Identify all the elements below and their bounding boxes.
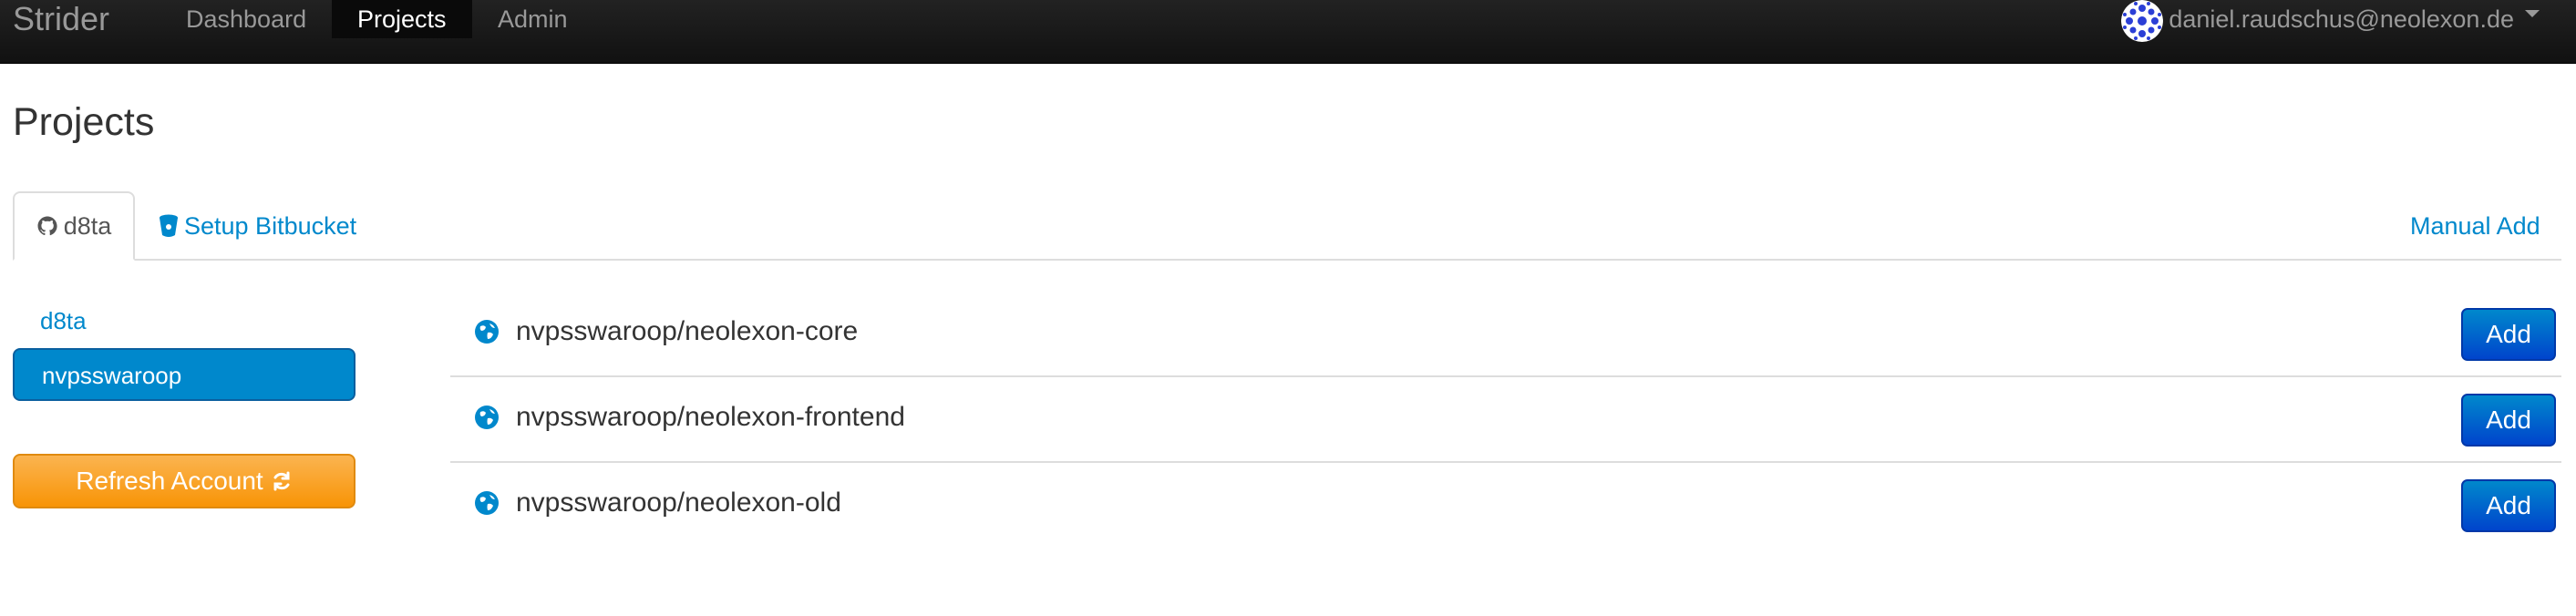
refresh-icon	[271, 470, 293, 492]
repo-name: nvpsswaroop/neolexon-frontend	[516, 402, 905, 432]
avatar	[2121, 0, 2164, 42]
manual-add-link[interactable]: Manual Add	[2410, 191, 2540, 261]
repo-name: nvpsswaroop/neolexon-old	[516, 488, 841, 518]
bitbucket-icon	[159, 214, 179, 238]
globe-icon	[475, 320, 499, 344]
sidebar-account-d8ta[interactable]: d8ta	[13, 301, 355, 341]
repo-name: nvpsswaroop/neolexon-core	[516, 316, 859, 346]
add-repo-button[interactable]: Add	[2461, 479, 2556, 532]
nav-admin[interactable]: Admin	[472, 0, 593, 38]
repo-row: nvpsswaroop/neolexon-core Add	[450, 292, 2561, 377]
github-icon	[36, 215, 58, 237]
tab-label: d8ta	[63, 211, 112, 240]
globe-icon	[475, 406, 499, 429]
tab-label: Setup Bitbucket	[184, 211, 357, 240]
refresh-button-label: Refresh Account	[76, 467, 263, 495]
nav-dashboard[interactable]: Dashboard	[160, 0, 332, 38]
brand-logo[interactable]: Strider	[13, 0, 109, 38]
user-menu[interactable]: daniel.raudschus@neolexon.de	[2121, 0, 2540, 42]
add-repo-button[interactable]: Add	[2461, 308, 2556, 361]
sidebar-account-nvpsswaroop[interactable]: nvpsswaroop	[13, 348, 355, 401]
repo-row: nvpsswaroop/neolexon-old Add	[450, 463, 2561, 549]
top-navbar: Strider Dashboard Projects Admin daniel.…	[0, 0, 2576, 64]
refresh-account-button[interactable]: Refresh Account	[13, 454, 355, 508]
add-repo-button[interactable]: Add	[2461, 394, 2556, 447]
globe-icon	[475, 491, 499, 515]
tabs-divider	[13, 259, 2561, 261]
page-title: Projects	[13, 100, 155, 144]
tab-account-d8ta[interactable]: d8ta	[13, 191, 135, 261]
tab-setup-bitbucket[interactable]: Setup Bitbucket	[159, 191, 356, 261]
nav-projects[interactable]: Projects	[332, 0, 472, 38]
chevron-down-icon	[2525, 10, 2540, 17]
user-email: daniel.raudschus@neolexon.de	[2169, 5, 2514, 33]
repo-row: nvpsswaroop/neolexon-frontend Add	[450, 377, 2561, 463]
